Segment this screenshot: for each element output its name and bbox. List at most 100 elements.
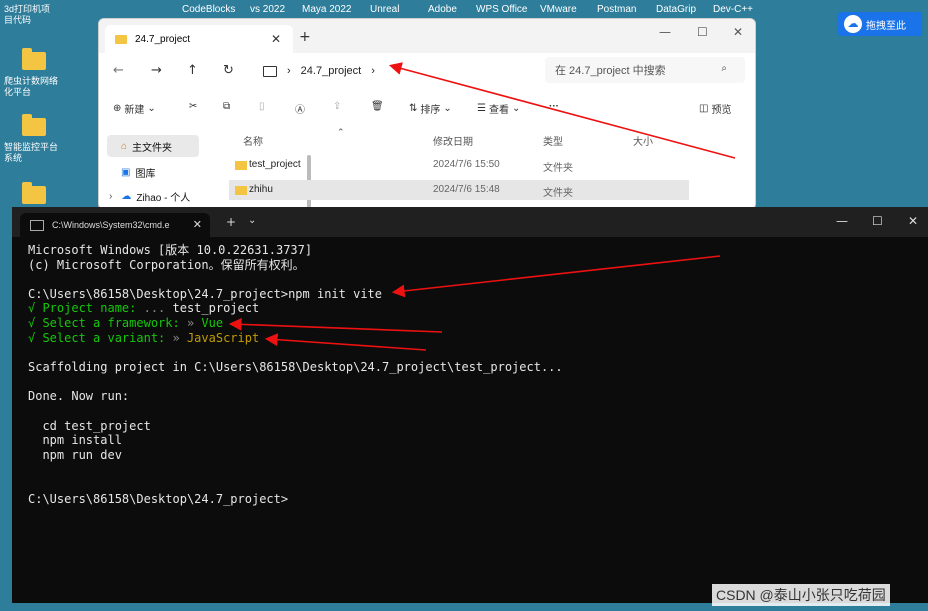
column-header-name[interactable]: 名称	[243, 133, 263, 148]
close-tab-icon[interactable]: ✕	[271, 32, 281, 46]
terminal-tab[interactable]: C:\Windows\System32\cmd.e ✕	[20, 213, 210, 237]
copy-icon: ⧉	[223, 101, 231, 112]
delete-button[interactable]: 🗑	[371, 101, 384, 112]
view-label: 查看	[488, 105, 509, 116]
copy-button[interactable]: ⧉	[223, 101, 230, 112]
column-header-size[interactable]: 大小	[633, 133, 653, 148]
view-button[interactable]: ☰ 查看 ⌄	[477, 101, 520, 116]
drag-here-widget[interactable]: ☁ 拖拽至此	[838, 12, 922, 36]
terminal-line: npm run dev	[28, 448, 122, 462]
minimize-button[interactable]: —	[836, 214, 848, 228]
new-tab-button[interactable]: +	[226, 215, 236, 229]
column-header-date[interactable]: 修改日期	[433, 133, 473, 148]
search-placeholder: 在 24.7_project 中搜索	[555, 65, 666, 77]
preview-pane-icon: ◫	[699, 103, 709, 114]
shortcut-vmware[interactable]: VMware	[540, 4, 577, 15]
explorer-tab-bar: 24.7_project ✕ + — ☐ ✕	[99, 19, 755, 53]
folder-icon	[115, 34, 127, 44]
sidebar-item-home[interactable]: ⌂ 主文件夹	[107, 135, 199, 157]
breadcrumb-current[interactable]: 24.7_project	[301, 65, 362, 77]
chevron-right-icon[interactable]: ›	[371, 65, 375, 77]
terminal-line: Done. Now run:	[28, 389, 130, 403]
folder-icon[interactable]	[22, 114, 46, 136]
share-button[interactable]: ⇪	[333, 101, 341, 112]
cloud-app-icon: ☁	[844, 15, 862, 33]
shortcut-devcpp[interactable]: Dev-C++	[713, 4, 753, 15]
shortcut-maya[interactable]: Maya 2022	[302, 4, 351, 15]
file-name: zhihu	[249, 184, 273, 195]
explorer-toolbar: ⊕ 新建 ⌄ ✂ ⧉ ▯ Ⓐ ⇪ 🗑 ⇅ 排序 ⌄ ☰ 查看 ⌄ ··· ◫ 预览	[99, 93, 755, 123]
folder-icon[interactable]	[22, 182, 46, 204]
share-icon: ⇪	[333, 101, 342, 112]
prompt-prefix: √ Project name:	[28, 301, 144, 315]
watermark: CSDN @泰山小张只吃荷园	[712, 584, 890, 606]
cut-button[interactable]: ✂	[189, 101, 197, 112]
sort-button[interactable]: ⇅ 排序 ⌄	[409, 101, 452, 116]
prompt-prefix: √ Select a variant:	[28, 331, 173, 345]
file-list: 名称 ⌃ 修改日期 类型 大小 test_project 2024/7/6 15…	[219, 127, 755, 209]
refresh-icon[interactable]: ↻	[223, 63, 234, 78]
close-tab-icon[interactable]: ✕	[193, 218, 202, 231]
shortcut-codeblocks[interactable]: CodeBlocks	[182, 4, 235, 15]
preview-label: 预览	[711, 105, 732, 116]
list-view-icon: ☰	[477, 103, 486, 114]
monitor-icon	[263, 65, 277, 77]
preview-button[interactable]: ◫ 预览	[699, 101, 731, 116]
shortcut-unreal[interactable]: Unreal	[370, 4, 399, 15]
explorer-tab[interactable]: 24.7_project ✕	[105, 25, 293, 53]
terminal-line: √ Select a framework: » Vue	[28, 316, 223, 331]
chevron-down-icon[interactable]: ⌄	[248, 215, 256, 226]
sort-indicator-icon: ⌃	[337, 127, 345, 137]
sidebar-item-label: 图库	[135, 169, 156, 180]
shortcut-postman[interactable]: Postman	[597, 4, 636, 15]
rename-button[interactable]: Ⓐ	[295, 101, 305, 116]
clipboard-icon: ▯	[259, 101, 265, 112]
explorer-tab-title: 24.7_project	[135, 33, 191, 45]
shortcut-wps[interactable]: WPS Office	[476, 4, 528, 15]
home-icon: ⌂	[121, 140, 128, 152]
table-row[interactable]: test_project 2024/7/6 15:50 文件夹	[229, 155, 689, 175]
chevron-right-icon: ›	[287, 65, 291, 77]
new-tab-button[interactable]: +	[299, 29, 311, 45]
plus-circle-icon: ⊕	[113, 103, 122, 114]
terminal-tab-title: C:\Windows\System32\cmd.e	[52, 220, 170, 230]
minimize-button[interactable]: —	[659, 25, 671, 39]
chevron-down-icon: ⌄	[443, 103, 452, 114]
explorer-sidebar: ⌂ 主文件夹 ▣ 图库 › ☁ Zihao - 个人	[99, 127, 205, 209]
shortcut-vs2022[interactable]: vs 2022	[250, 4, 285, 15]
chevron-right-icon: ›	[109, 191, 113, 202]
desktop-label[interactable]: 智能监控平台 系统	[4, 142, 58, 164]
folder-icon	[235, 186, 247, 195]
terminal-line: npm install	[28, 433, 122, 447]
desktop-label[interactable]: 3d打印机项 目代码	[4, 4, 50, 26]
sidebar-item-gallery[interactable]: ▣ 图库	[121, 165, 155, 180]
back-icon[interactable]: ←	[113, 63, 124, 78]
sort-icon: ⇅	[409, 103, 418, 114]
prompt-value: JavaScript	[179, 331, 260, 345]
close-window-button[interactable]: ✕	[908, 214, 918, 228]
close-window-button[interactable]: ✕	[733, 25, 743, 39]
more-button[interactable]: ···	[549, 101, 559, 112]
column-header-type[interactable]: 类型	[543, 133, 563, 148]
file-date: 2024/7/6 15:50	[433, 159, 500, 170]
terminal-line: √ Select a variant: » JavaScript	[28, 331, 259, 346]
trash-icon: 🗑	[371, 101, 384, 112]
up-icon[interactable]: ↑	[187, 63, 198, 78]
maximize-button[interactable]: ☐	[697, 25, 708, 39]
address-bar-row: ← → ↑ ↻ › 24.7_project › 在 24.7_project …	[99, 53, 755, 89]
breadcrumb[interactable]: › 24.7_project ›	[255, 59, 533, 83]
forward-icon[interactable]: →	[151, 63, 162, 78]
shortcut-adobe[interactable]: Adobe	[428, 4, 457, 15]
sidebar-item-onedrive[interactable]: › ☁ Zihao - 个人	[109, 189, 190, 204]
maximize-button[interactable]: ☐	[872, 214, 883, 228]
shortcut-datagrip[interactable]: DataGrip	[656, 4, 696, 15]
desktop-label[interactable]: 爬虫计数网络 化平台	[4, 76, 58, 98]
folder-icon[interactable]	[22, 48, 46, 70]
paste-button[interactable]: ▯	[259, 101, 265, 112]
new-button[interactable]: ⊕ 新建 ⌄	[113, 101, 156, 116]
gallery-icon: ▣	[121, 167, 131, 178]
chevron-down-icon: ⌄	[147, 103, 156, 114]
table-row[interactable]: zhihu 2024/7/6 15:48 文件夹	[229, 180, 689, 200]
scissors-icon: ✂	[189, 101, 198, 112]
search-input[interactable]: 在 24.7_project 中搜索 ⌕	[545, 57, 745, 83]
